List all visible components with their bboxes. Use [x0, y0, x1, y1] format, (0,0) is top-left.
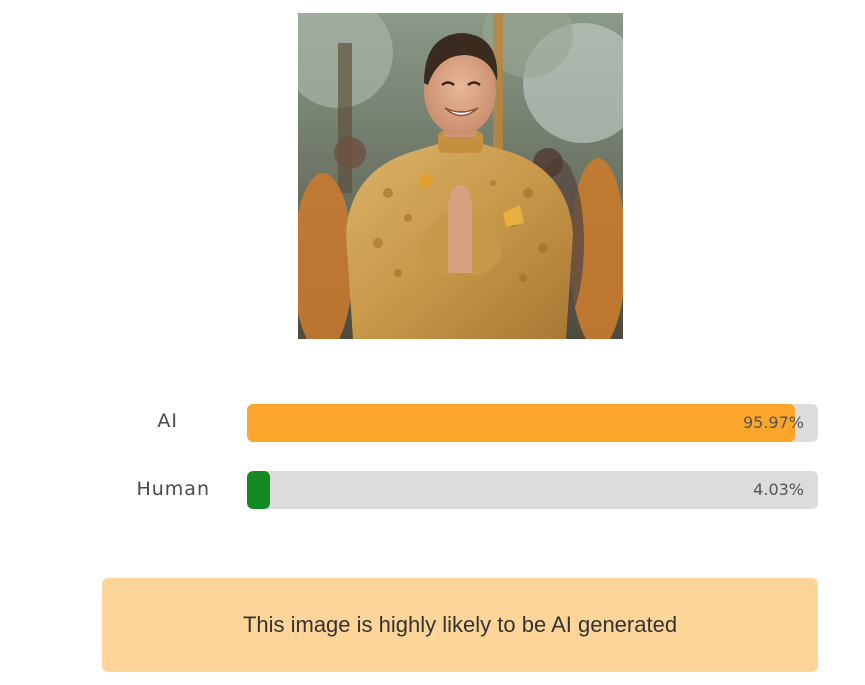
human-label: Human [136, 478, 210, 500]
detector-result-page: AI 95.97% Human 4.03% This image is high… [0, 0, 865, 685]
human-probability-value: 4.03% [753, 480, 804, 499]
uploaded-image-preview [298, 13, 623, 339]
ai-probability-value: 95.97% [742, 413, 804, 432]
verdict-text: This image is highly likely to be AI gen… [242, 612, 678, 637]
human-probability-bar: 4.03% [247, 471, 818, 509]
ai-label: AI [157, 410, 178, 432]
verdict-banner: This image is highly likely to be AI gen… [102, 578, 818, 672]
ai-probability-bar: 95.97% [247, 404, 818, 442]
ai-probability-fill [247, 404, 795, 442]
photo-illustration [298, 13, 623, 339]
human-probability-fill [247, 471, 270, 509]
